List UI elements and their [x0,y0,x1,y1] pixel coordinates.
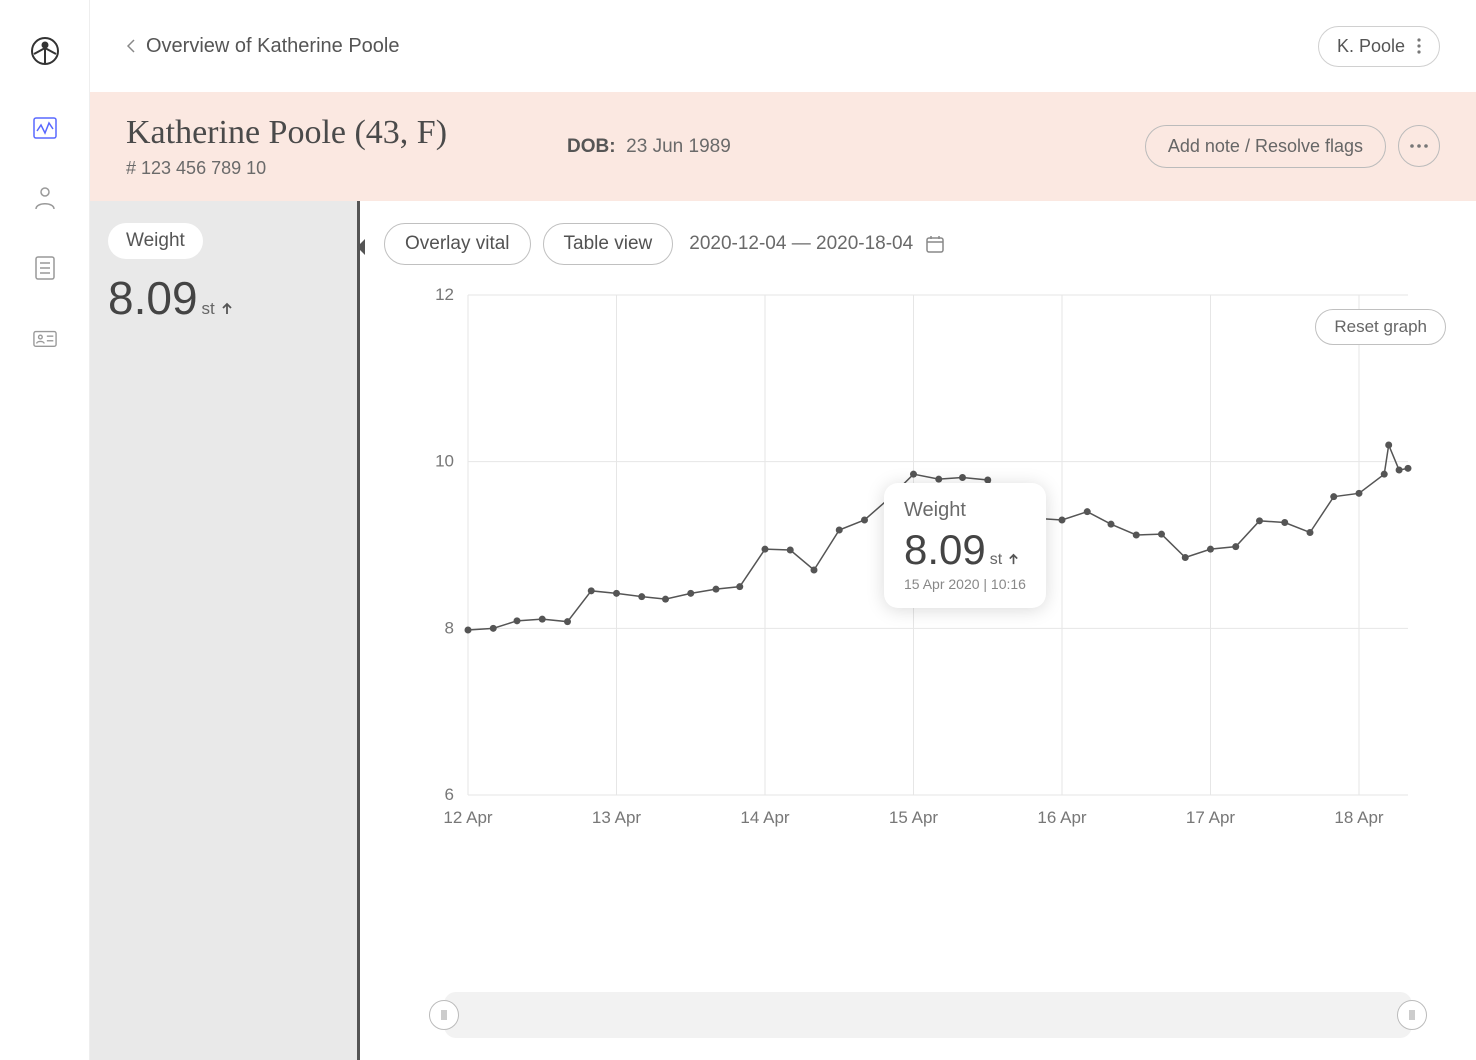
weight-chart[interactable]: 6 8 10 12 12 Apr 13 Apr 14 Apr 15 Apr 16 Apr 17 A… [384,285,1452,978]
tooltip-title: Weight [904,499,1026,522]
vital-panel: Weight 8.09 st [90,201,360,1060]
time-scrubber[interactable] [444,992,1412,1038]
nav-profile-icon[interactable] [33,186,57,210]
svg-text:6: 6 [445,785,454,804]
grip-icon [1408,1009,1416,1021]
svg-text:12: 12 [435,285,454,304]
sidebar [0,0,90,1060]
patient-name: Katherine Poole (43, F) [126,114,447,152]
date-range-picker[interactable]: 2020-12-04 — 2020-18-04 [685,224,949,264]
reset-graph-button[interactable]: Reset graph [1315,309,1446,345]
tooltip-value: 8.09 st [904,526,1026,574]
nav-id-icon[interactable] [33,326,57,350]
trend-up-icon [1007,553,1020,566]
nav-notes-icon[interactable] [33,256,57,280]
nav-vitals-icon[interactable] [33,116,57,140]
breadcrumb-label: Overview of Katherine Poole [146,35,399,58]
dots-horizontal-icon [1410,144,1428,148]
svg-text:15 Apr: 15 Apr [889,808,938,827]
scrubber-handle-right[interactable] [1397,1000,1427,1030]
svg-text:17 Apr: 17 Apr [1186,808,1235,827]
patient-banner: Katherine Poole (43, F) # 123 456 789 10… [90,92,1476,201]
app-logo-icon [30,36,60,66]
patient-id: # 123 456 789 10 [126,158,447,179]
svg-text:12 Apr: 12 Apr [443,808,492,827]
table-view-button[interactable]: Table view [543,223,674,265]
overlay-vital-button[interactable]: Overlay vital [384,223,531,265]
user-menu-button[interactable]: K. Poole [1318,26,1440,67]
svg-text:18 Apr: 18 Apr [1334,808,1383,827]
vital-chip[interactable]: Weight [108,223,203,259]
svg-text:10: 10 [435,452,454,471]
chart-tooltip: Weight 8.09 st 15 Apr 2020 | 10:16 [884,483,1046,608]
scrubber-handle-left[interactable] [429,1000,459,1030]
svg-text:13 Apr: 13 Apr [592,808,641,827]
svg-text:14 Apr: 14 Apr [740,808,789,827]
trend-up-icon [220,302,234,316]
add-note-button[interactable]: Add note / Resolve flags [1145,125,1386,168]
tooltip-timestamp: 15 Apr 2020 | 10:16 [904,576,1026,592]
breadcrumb[interactable]: Overview of Katherine Poole [126,35,399,58]
more-actions-button[interactable] [1398,125,1440,167]
dots-vertical-icon [1417,38,1421,54]
svg-text:16 Apr: 16 Apr [1037,808,1086,827]
vital-value: 8.09 st [108,271,339,325]
grip-icon [440,1009,448,1021]
patient-dob: DOB: 23 Jun 1989 [567,136,731,158]
svg-text:8: 8 [445,618,454,637]
user-chip-label: K. Poole [1337,36,1405,57]
calendar-icon [925,234,945,254]
chevron-left-icon [126,38,136,54]
